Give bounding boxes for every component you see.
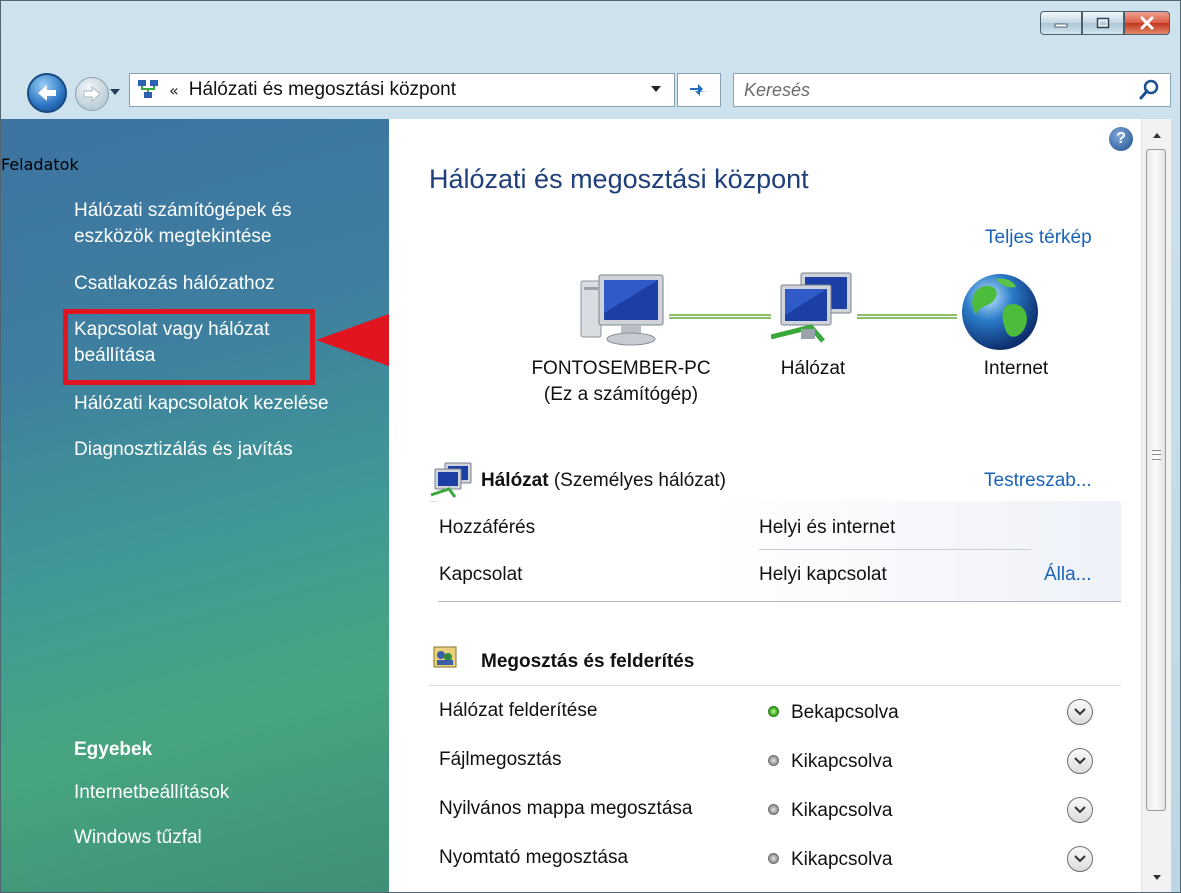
title-bar <box>1 1 1180 61</box>
highlight-box <box>63 309 315 385</box>
window-controls <box>1040 11 1170 35</box>
chevron-down-icon <box>1074 855 1086 863</box>
internet-globe-icon[interactable] <box>956 271 1044 353</box>
status-off-icon <box>768 853 779 864</box>
chevron-down-icon <box>1074 757 1086 765</box>
sharing-row-label: Hálózat felderítése <box>439 700 598 721</box>
back-button[interactable] <box>27 73 67 113</box>
chevron-down-icon <box>651 86 661 92</box>
view-status-link[interactable]: Álla... <box>1044 564 1092 586</box>
minimize-icon <box>1054 23 1068 28</box>
sharing-section-title: Megosztás és felderítés <box>481 651 695 672</box>
computer-name: FONTOSEMBER-PC <box>531 358 711 379</box>
computer-subtitle: (Ez a számítógép) <box>543 384 699 405</box>
search-input[interactable]: Keresés <box>744 80 1138 101</box>
search-icon[interactable] <box>1138 79 1160 101</box>
network-details-panel <box>438 501 1121 601</box>
internet-label: Internet <box>983 358 1049 379</box>
sharing-row-value: Kikapcsolva <box>791 800 893 821</box>
vertical-scrollbar[interactable] <box>1141 119 1171 892</box>
network-section-icon <box>430 462 472 498</box>
other-heading: Egyebek <box>74 739 153 760</box>
expand-button[interactable] <box>1067 797 1093 823</box>
close-button[interactable] <box>1124 11 1170 35</box>
other-internet-options[interactable]: Internetbeállítások <box>74 782 229 804</box>
grip-icon <box>1152 450 1161 460</box>
network-section-title: Hálózat (Személyes hálózat) <box>481 470 726 492</box>
connection-line-2 <box>857 314 957 319</box>
network-center-icon <box>137 79 159 101</box>
sharing-row-value: Bekapcsolva <box>791 702 899 723</box>
full-map-link[interactable]: Teljes térkép <box>985 227 1092 249</box>
connection-line-1 <box>669 314 771 319</box>
chevron-up-icon <box>1152 133 1161 138</box>
sharing-row-value: Kikapcsolva <box>791 849 893 870</box>
task-view-computers[interactable]: Hálózati számítógépek és eszközök megtek… <box>74 198 374 250</box>
network-name: Hálózat <box>481 470 549 491</box>
arrow-right-icon <box>83 85 101 103</box>
other-windows-firewall[interactable]: Windows tűzfal <box>74 827 202 849</box>
tasks-heading: Feladatok <box>1 155 79 174</box>
status-off-icon <box>768 755 779 766</box>
section-divider <box>429 685 1121 686</box>
panel-bottom-border <box>438 601 1121 602</box>
page-title: Hálózati és megosztási központ <box>429 164 809 194</box>
address-bar[interactable]: « Hálózati és megosztási központ <box>129 73 675 107</box>
row-divider <box>759 549 1031 550</box>
scroll-up-button[interactable] <box>1142 123 1171 147</box>
network-type: (Személyes hálózat) <box>553 470 726 491</box>
help-icon[interactable]: ? <box>1109 127 1133 151</box>
search-box[interactable]: Keresés <box>733 73 1171 107</box>
chevron-down-icon <box>1152 875 1161 880</box>
task-diagnose-repair[interactable]: Diagnosztizálás és javítás <box>74 437 293 463</box>
maximize-button[interactable] <box>1082 11 1124 35</box>
sharing-row-label: Nyilvános mappa megosztása <box>439 798 693 819</box>
breadcrumb-chevron[interactable]: « <box>169 81 179 100</box>
forward-button[interactable] <box>75 77 109 111</box>
scrollbar-thumb[interactable] <box>1146 149 1166 811</box>
breadcrumb-current[interactable]: Hálózati és megosztási központ <box>189 79 650 101</box>
recent-pages-dropdown[interactable] <box>109 87 121 100</box>
network-icon[interactable] <box>771 271 857 349</box>
access-value: Helyi és internet <box>759 517 896 538</box>
address-dropdown[interactable] <box>650 82 662 98</box>
arrow-left-icon <box>38 85 56 101</box>
task-connect-network[interactable]: Csatlakozás hálózathoz <box>74 271 275 297</box>
expand-button[interactable] <box>1067 846 1093 872</box>
close-icon <box>1140 16 1154 30</box>
minimize-button[interactable] <box>1040 11 1082 35</box>
sharing-row-label: Nyomtató megosztása <box>439 847 629 868</box>
expand-button[interactable] <box>1067 699 1093 725</box>
connection-label: Kapcsolat <box>439 564 523 585</box>
access-label: Hozzáférés <box>439 517 536 538</box>
computer-icon[interactable] <box>579 273 667 353</box>
chevron-down-icon <box>110 89 120 95</box>
status-on-icon <box>768 706 779 717</box>
status-off-icon <box>768 804 779 815</box>
sharing-row-label: Fájlmegosztás <box>439 749 562 770</box>
refresh-button[interactable] <box>677 73 721 107</box>
expand-button[interactable] <box>1067 748 1093 774</box>
maximize-icon <box>1096 17 1110 29</box>
customize-link[interactable]: Testreszab... <box>984 470 1092 492</box>
scroll-down-button[interactable] <box>1142 866 1171 890</box>
chevron-down-icon <box>1074 806 1086 814</box>
refresh-icon <box>690 84 708 96</box>
sharing-section-icon <box>433 646 457 668</box>
chevron-down-icon <box>1074 708 1086 716</box>
sharing-row-value: Kikapcsolva <box>791 751 893 772</box>
network-label: Hálózat <box>780 358 846 379</box>
network-sharing-center-window: « Hálózati és megosztási központ Keresés… <box>0 0 1181 893</box>
task-manage-connections[interactable]: Hálózati kapcsolatok kezelése <box>74 391 329 417</box>
connection-value: Helyi kapcsolat <box>759 564 887 585</box>
